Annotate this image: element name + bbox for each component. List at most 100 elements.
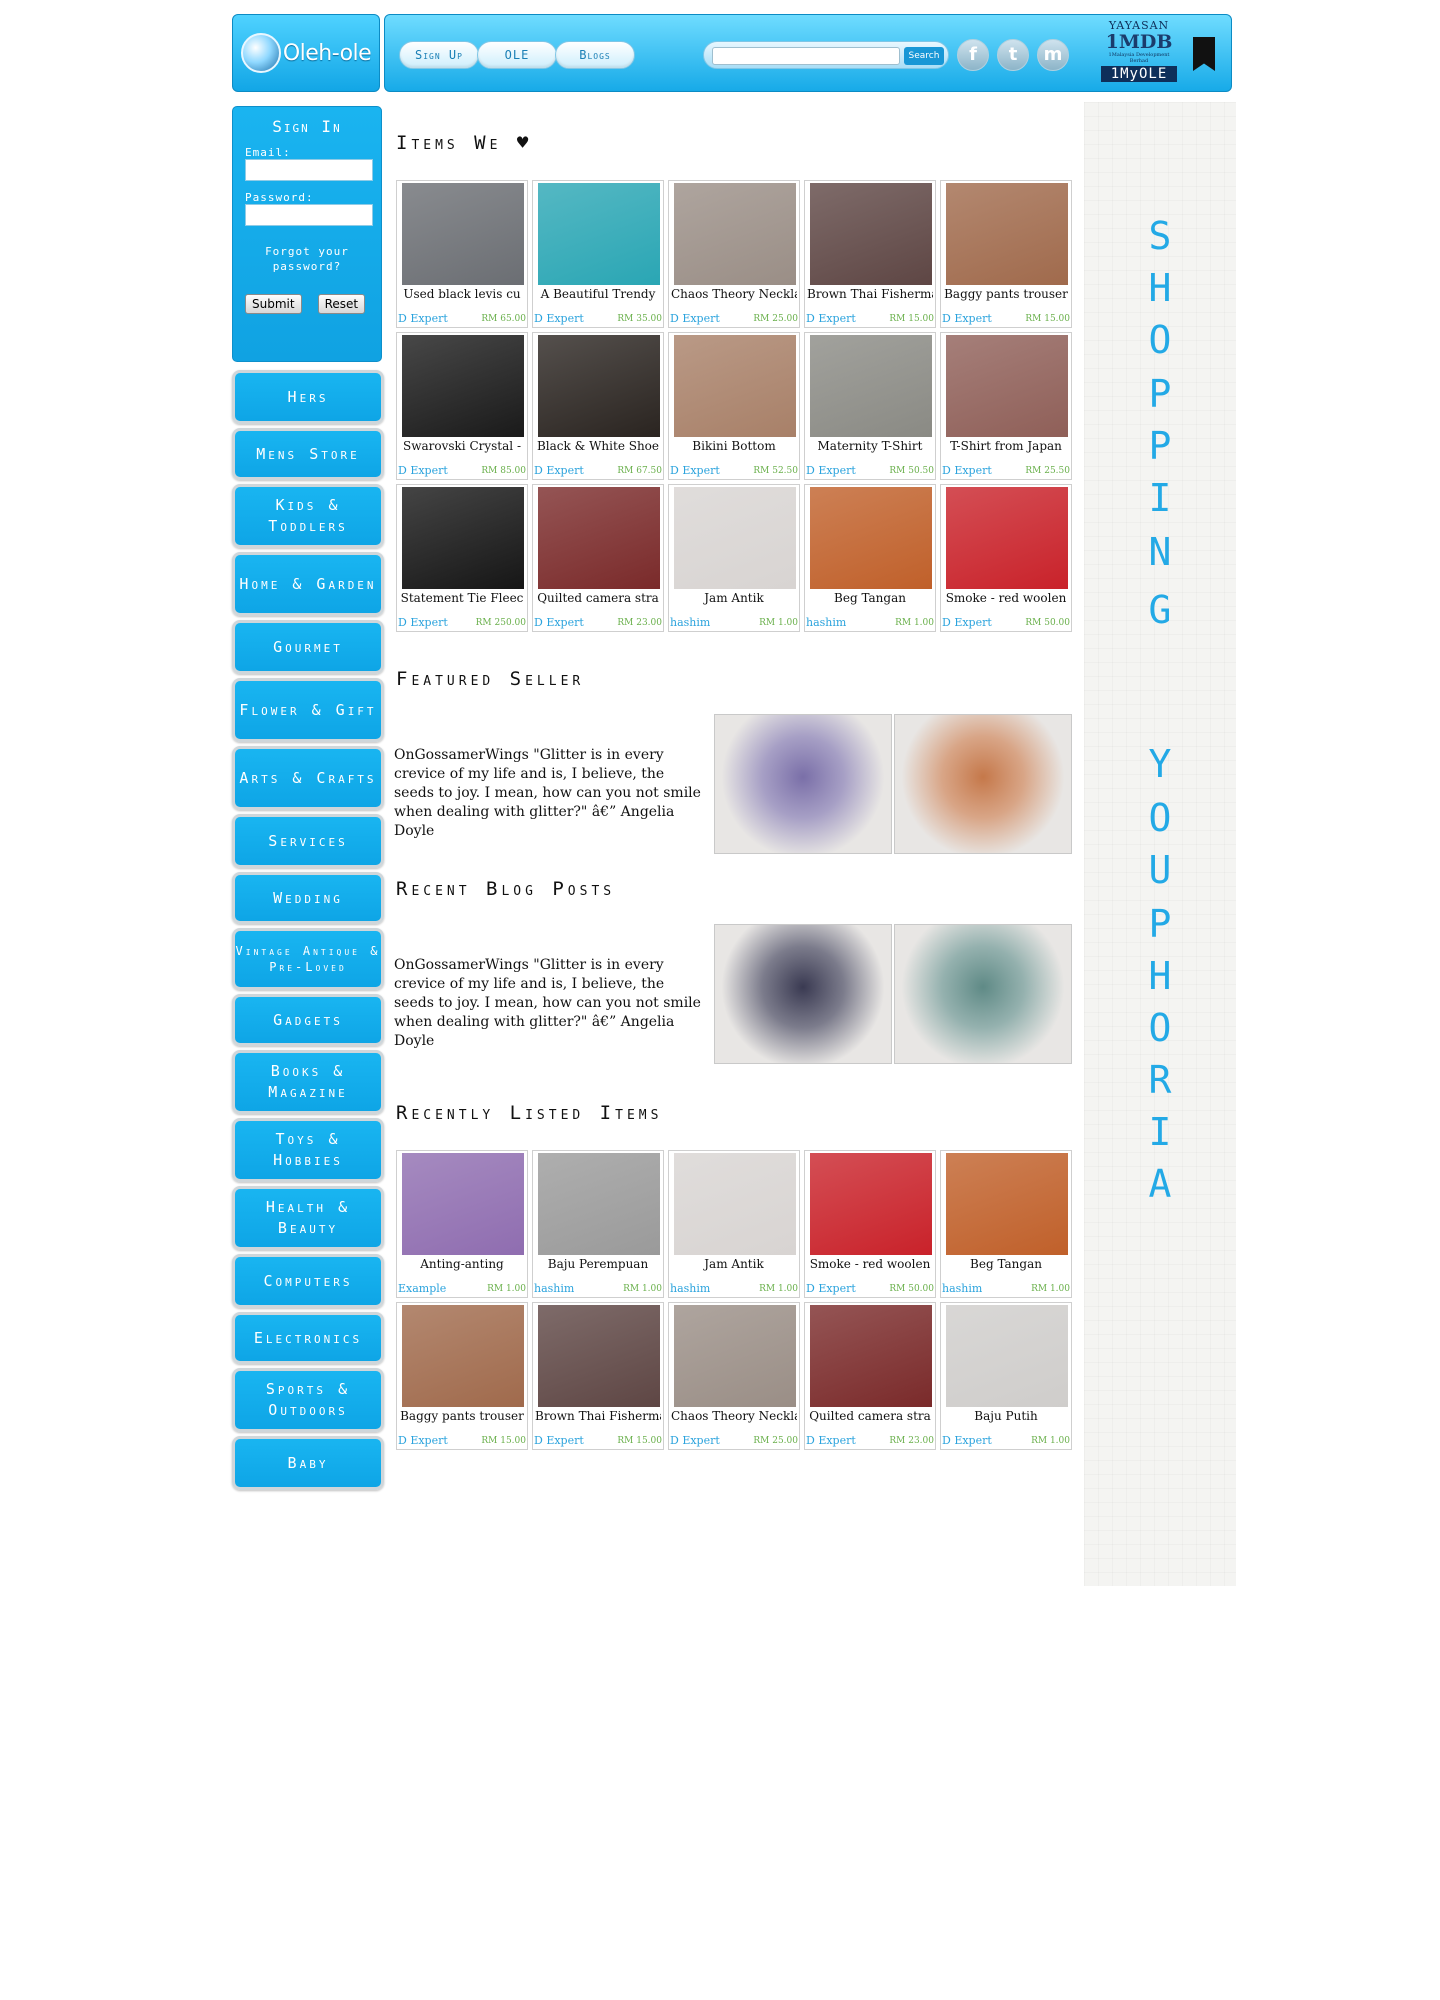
category-hers[interactable]: Hers — [232, 370, 384, 424]
category-services[interactable]: Services — [232, 814, 384, 868]
category-flower-gift[interactable]: Flower & Gift — [232, 678, 384, 742]
category-kids-toddlers[interactable]: Kids & Toddlers — [232, 484, 384, 548]
product-name[interactable]: Statement Tie Fleec — [399, 591, 525, 605]
category-gadgets[interactable]: Gadgets — [232, 994, 384, 1046]
nav-sign-up[interactable]: Sign Up — [399, 41, 479, 69]
category-sports-outdoors[interactable]: Sports & Outdoors — [232, 1368, 384, 1432]
nav-ole[interactable]: OLE — [477, 41, 557, 69]
product-card[interactable]: Jam Antik hashim RM 1.00 — [668, 1150, 800, 1298]
product-name[interactable]: Chaos Theory Neckla — [671, 287, 797, 301]
blog-post-image-1[interactable] — [714, 924, 892, 1064]
product-seller[interactable]: D Expert — [670, 312, 720, 325]
product-seller[interactable]: D Expert — [398, 312, 448, 325]
product-card[interactable]: Baggy pants trouser D Expert RM 15.00 — [396, 1302, 528, 1450]
submit-button[interactable]: Submit — [245, 294, 302, 314]
product-card[interactable]: Chaos Theory Neckla D Expert RM 25.00 — [668, 180, 800, 328]
category-toys-hobbies[interactable]: Toys & Hobbies — [232, 1118, 384, 1182]
product-card[interactable]: Chaos Theory Neckla D Expert RM 25.00 — [668, 1302, 800, 1450]
product-seller[interactable]: D Expert — [806, 1434, 856, 1447]
product-name[interactable]: Beg Tangan — [807, 591, 933, 605]
product-card[interactable]: Smoke - red woolen D Expert RM 50.00 — [804, 1150, 936, 1298]
product-card[interactable]: Beg Tangan hashim RM 1.00 — [940, 1150, 1072, 1298]
product-name[interactable]: Smoke - red woolen — [943, 591, 1069, 605]
product-name[interactable]: Swarovski Crystal - — [399, 439, 525, 453]
product-seller[interactable]: D Expert — [534, 1434, 584, 1447]
product-name[interactable]: Black & White Shoe — [535, 439, 661, 453]
product-name[interactable]: Baju Putih — [943, 1409, 1069, 1423]
product-image[interactable] — [538, 183, 660, 285]
forgot-password-link[interactable]: Forgot your password? — [233, 244, 381, 274]
product-image[interactable] — [538, 1305, 660, 1407]
product-seller[interactable]: D Expert — [806, 1282, 856, 1295]
search-input[interactable] — [712, 47, 900, 65]
product-seller[interactable]: D Expert — [398, 464, 448, 477]
category-wedding[interactable]: Wedding — [232, 872, 384, 924]
product-seller[interactable]: hashim — [534, 1282, 574, 1295]
product-image[interactable] — [674, 1305, 796, 1407]
product-card[interactable]: Baju Perempuan hashim RM 1.00 — [532, 1150, 664, 1298]
category-electronics[interactable]: Electronics — [232, 1312, 384, 1364]
product-image[interactable] — [946, 335, 1068, 437]
product-card[interactable]: T-Shirt from Japan D Expert RM 25.50 — [940, 332, 1072, 480]
product-card[interactable]: Quilted camera stra D Expert RM 23.00 — [804, 1302, 936, 1450]
product-seller[interactable]: D Expert — [942, 464, 992, 477]
featured-seller-image-1[interactable] — [714, 714, 892, 854]
myspace-icon[interactable]: m — [1037, 39, 1069, 71]
product-image[interactable] — [674, 183, 796, 285]
site-logo[interactable]: Oleh-ole — [232, 14, 380, 92]
product-seller[interactable]: D Expert — [942, 616, 992, 629]
product-name[interactable]: Quilted camera stra — [807, 1409, 933, 1423]
product-card[interactable]: Maternity T-Shirt D Expert RM 50.50 — [804, 332, 936, 480]
product-image[interactable] — [674, 1153, 796, 1255]
product-image[interactable] — [946, 1153, 1068, 1255]
product-image[interactable] — [402, 487, 524, 589]
product-name[interactable]: Chaos Theory Neckla — [671, 1409, 797, 1423]
product-card[interactable]: Swarovski Crystal - D Expert RM 85.00 — [396, 332, 528, 480]
product-card[interactable]: Brown Thai Fisherma D Expert RM 15.00 — [532, 1302, 664, 1450]
product-seller[interactable]: D Expert — [670, 1434, 720, 1447]
product-name[interactable]: Baggy pants trouser — [399, 1409, 525, 1423]
product-name[interactable]: Jam Antik — [671, 591, 797, 605]
product-image[interactable] — [946, 1305, 1068, 1407]
product-card[interactable]: Anting-anting Example RM 1.00 — [396, 1150, 528, 1298]
product-name[interactable]: T-Shirt from Japan — [943, 439, 1069, 453]
product-seller[interactable]: D Expert — [670, 464, 720, 477]
product-card[interactable]: Jam Antik hashim RM 1.00 — [668, 484, 800, 632]
product-name[interactable]: Jam Antik — [671, 1257, 797, 1271]
sponsor-logo[interactable]: YAYASAN 1MDB 1Malaysia Development Berha… — [1101, 19, 1177, 87]
category-mens-store[interactable]: Mens Store — [232, 428, 384, 480]
product-name[interactable]: Anting-anting — [399, 1257, 525, 1271]
product-name[interactable]: Quilted camera stra — [535, 591, 661, 605]
product-card[interactable]: Used black levis cu D Expert RM 65.00 — [396, 180, 528, 328]
product-image[interactable] — [674, 487, 796, 589]
product-seller[interactable]: D Expert — [806, 464, 856, 477]
search-button[interactable]: Search — [904, 47, 944, 65]
twitter-icon[interactable]: t — [997, 39, 1029, 71]
product-image[interactable] — [810, 487, 932, 589]
product-name[interactable]: Beg Tangan — [943, 1257, 1069, 1271]
product-image[interactable] — [946, 487, 1068, 589]
category-computers[interactable]: Computers — [232, 1254, 384, 1308]
featured-seller-image-2[interactable] — [894, 714, 1072, 854]
product-seller[interactable]: D Expert — [942, 312, 992, 325]
product-image[interactable] — [402, 1153, 524, 1255]
product-card[interactable]: Statement Tie Fleec D Expert RM 250.00 — [396, 484, 528, 632]
product-seller[interactable]: hashim — [670, 1282, 710, 1295]
nav-blogs[interactable]: Blogs — [555, 41, 635, 69]
category-books-magazine[interactable]: Books & Magazine — [232, 1050, 384, 1114]
product-card[interactable]: Bikini Bottom D Expert RM 52.50 — [668, 332, 800, 480]
product-name[interactable]: Used black levis cu — [399, 287, 525, 301]
product-image[interactable] — [538, 1153, 660, 1255]
product-name[interactable]: Maternity T-Shirt — [807, 439, 933, 453]
product-name[interactable]: Smoke - red woolen — [807, 1257, 933, 1271]
product-name[interactable]: Brown Thai Fisherma — [535, 1409, 661, 1423]
product-card[interactable]: Brown Thai Fisherma D Expert RM 15.00 — [804, 180, 936, 328]
product-seller[interactable]: D Expert — [398, 616, 448, 629]
product-image[interactable] — [810, 335, 932, 437]
product-card[interactable]: Baggy pants trouser D Expert RM 15.00 — [940, 180, 1072, 328]
product-name[interactable]: Brown Thai Fisherma — [807, 287, 933, 301]
product-name[interactable]: A Beautiful Trendy — [535, 287, 661, 301]
product-seller[interactable]: D Expert — [534, 464, 584, 477]
blog-post-image-2[interactable] — [894, 924, 1072, 1064]
reset-button[interactable]: Reset — [317, 294, 366, 314]
